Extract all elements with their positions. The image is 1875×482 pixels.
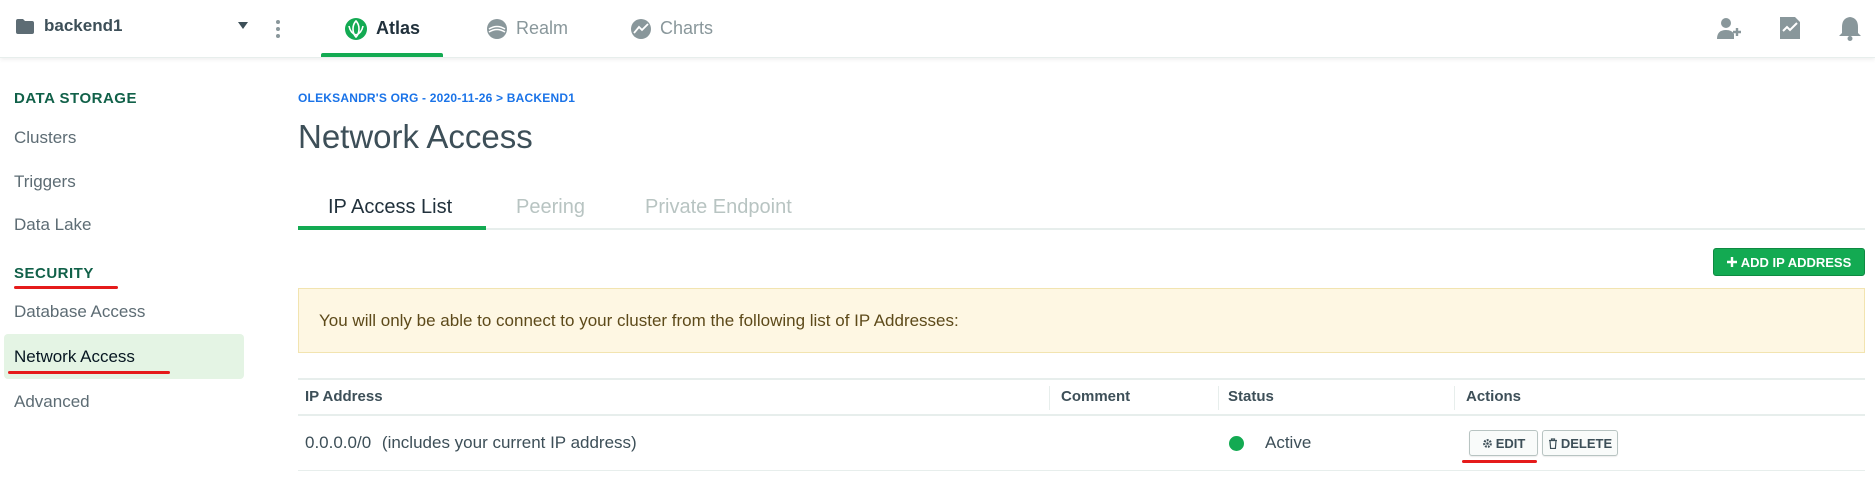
table-row: 0.0.0.0/0 (includes your current IP addr… bbox=[298, 416, 1865, 471]
sidebar-item-clusters[interactable]: Clusters bbox=[14, 128, 76, 148]
chevron-down-icon[interactable] bbox=[238, 22, 248, 29]
gear-icon bbox=[1482, 438, 1492, 448]
active-tab-indicator bbox=[298, 226, 486, 230]
column-divider bbox=[1049, 386, 1050, 410]
plus-icon bbox=[1726, 257, 1737, 267]
sidebar-item-network-access[interactable]: Network Access bbox=[14, 347, 135, 367]
column-header-comment[interactable]: Comment bbox=[1061, 388, 1130, 405]
sidebar-heading-data-storage: DATA STORAGE bbox=[14, 90, 137, 107]
sidebar-item-data-lake[interactable]: Data Lake bbox=[14, 215, 92, 235]
top-navigation-bar: backend1 Atlas Realm Charts bbox=[0, 0, 1875, 58]
edit-button[interactable]: EDIT bbox=[1469, 430, 1538, 456]
tab-peering[interactable]: Peering bbox=[516, 196, 585, 219]
tab-private-endpoint[interactable]: Private Endpoint bbox=[645, 196, 792, 219]
invite-user-icon[interactable] bbox=[1716, 15, 1742, 41]
annotation-underline-network-access bbox=[8, 371, 170, 374]
table-header-row: IP Address Comment Status Actions bbox=[298, 378, 1865, 416]
ip-address-cell: 0.0.0.0/0 (includes your current IP addr… bbox=[305, 433, 637, 453]
project-name: backend1 bbox=[44, 16, 123, 35]
notice-text: You will only be able to connect to your… bbox=[319, 310, 959, 330]
tab-ip-access-list[interactable]: IP Access List bbox=[328, 196, 452, 219]
nav-tab-charts[interactable]: Charts bbox=[630, 0, 713, 57]
edit-label: EDIT bbox=[1495, 435, 1526, 451]
more-options-icon[interactable] bbox=[274, 18, 282, 40]
breadcrumb[interactable]: OLEKSANDR'S ORG - 2020-11-26 > BACKEND1 bbox=[298, 91, 575, 105]
page-title: Network Access bbox=[298, 118, 533, 155]
annotation-underline-security bbox=[14, 286, 118, 289]
add-ip-address-button[interactable]: ADD IP ADDRESS bbox=[1713, 248, 1865, 276]
project-selector[interactable]: backend1 bbox=[16, 16, 122, 36]
delete-label: DELETE bbox=[1560, 435, 1613, 451]
nav-tab-label: Charts bbox=[660, 18, 714, 38]
column-header-status[interactable]: Status bbox=[1228, 388, 1274, 405]
nav-tab-label: Atlas bbox=[376, 18, 421, 38]
ip-address-value: 0.0.0.0/0 bbox=[305, 433, 372, 452]
sidebar-item-database-access[interactable]: Database Access bbox=[14, 302, 145, 322]
column-header-ip-address[interactable]: IP Address bbox=[305, 388, 383, 405]
activity-feed-icon[interactable] bbox=[1777, 15, 1803, 41]
delete-button[interactable]: DELETE bbox=[1542, 430, 1618, 456]
ip-access-notice: You will only be able to connect to your… bbox=[298, 288, 1865, 353]
sidebar-item-triggers[interactable]: Triggers bbox=[14, 172, 76, 192]
trash-icon bbox=[1548, 437, 1557, 449]
folder-icon bbox=[16, 18, 34, 34]
sidebar-item-advanced[interactable]: Advanced bbox=[14, 392, 90, 412]
nav-tab-atlas[interactable]: Atlas bbox=[320, 0, 444, 57]
column-header-actions: Actions bbox=[1466, 388, 1522, 405]
ip-access-table: IP Address Comment Status Actions 0.0.0.… bbox=[298, 378, 1865, 471]
annotation-underline-edit bbox=[1462, 460, 1537, 463]
realm-icon bbox=[487, 18, 507, 39]
tab-bar: IP Access List Peering Private Endpoint bbox=[298, 186, 1865, 230]
nav-tab-realm[interactable]: Realm bbox=[486, 0, 568, 57]
status-cell: Active bbox=[1265, 433, 1312, 452]
atlas-leaf-icon bbox=[345, 17, 367, 40]
nav-tab-label: Realm bbox=[516, 18, 569, 38]
add-ip-address-label: ADD IP ADDRESS bbox=[1740, 254, 1852, 270]
sidebar-heading-security: SECURITY bbox=[14, 265, 94, 282]
status-active-dot bbox=[1229, 436, 1244, 451]
ip-address-note: (includes your current IP address) bbox=[381, 433, 637, 452]
column-divider bbox=[1454, 386, 1455, 410]
bell-icon[interactable] bbox=[1838, 15, 1862, 41]
charts-icon bbox=[631, 18, 651, 39]
column-divider bbox=[1218, 386, 1219, 410]
